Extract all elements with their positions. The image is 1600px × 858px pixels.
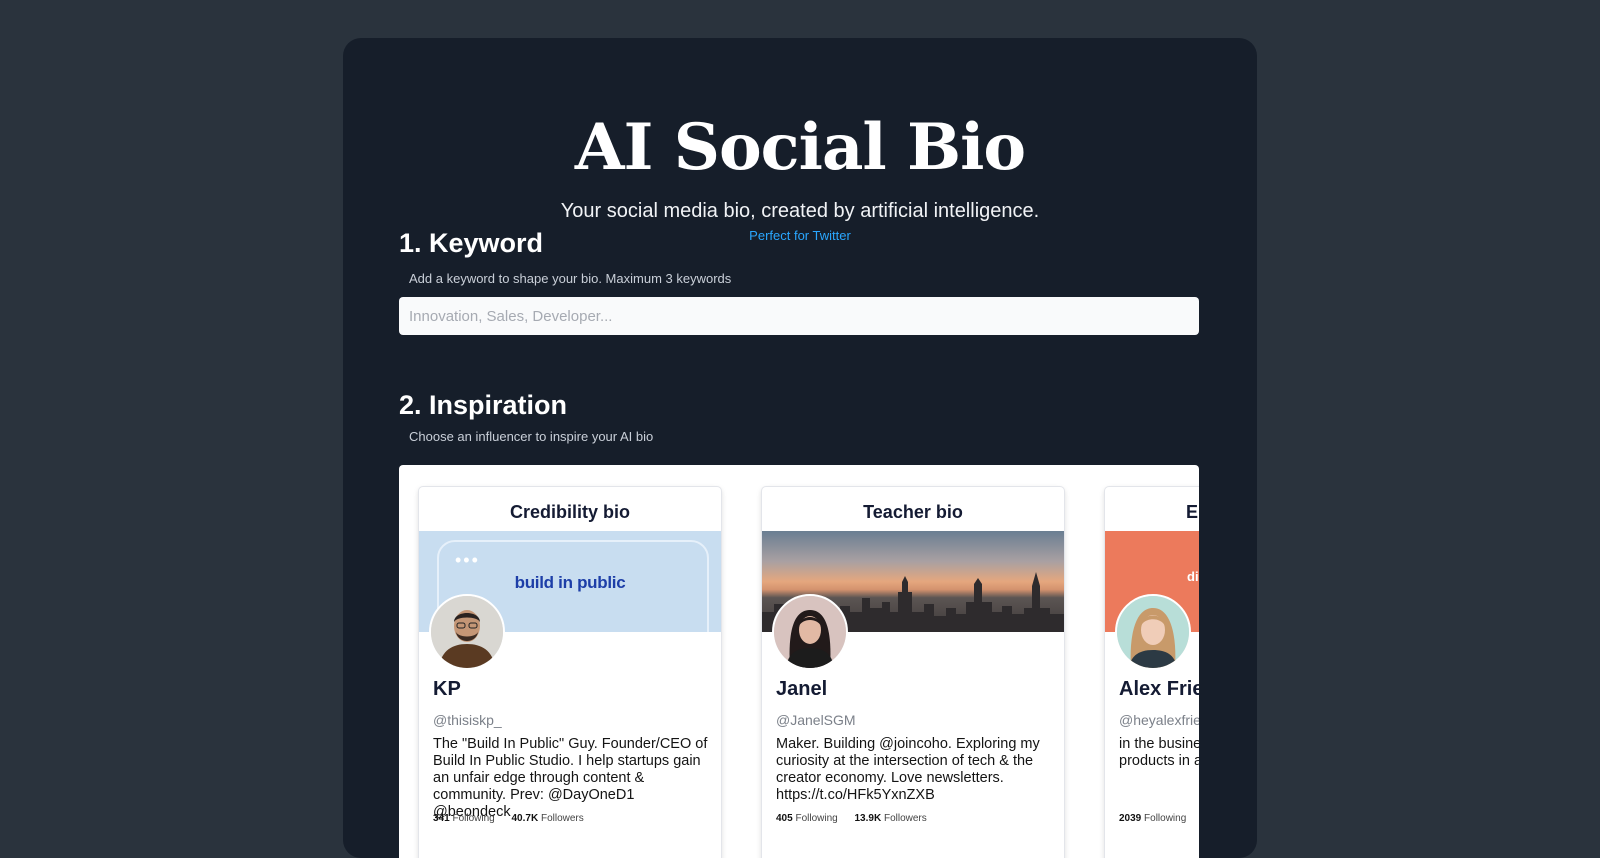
following-count: 2039 [1119,813,1142,824]
influencer-handle: @thisiskp_ [433,712,502,728]
banner-text: build in public [514,573,626,592]
following-stat: 341 Following [433,813,495,824]
following-label: Following [452,813,495,824]
following-label: Following [1144,813,1187,824]
followers-count: 13.9K [854,813,882,824]
app-subtitle: Your social media bio, created by artifi… [560,200,1040,222]
influencer-name: Alex Frie [1119,678,1199,700]
influencer-card-kp[interactable]: Credibility bio ••• build in public KP @ [419,487,721,858]
keyword-hint: Add a keyword to shape your bio. Maximum… [409,271,732,286]
influencer-card-janel[interactable]: Teacher bio Janel @JanelSGM Maker. Build… [762,487,1064,858]
keyword-input[interactable] [399,297,1199,335]
followers-stat: 13.9K Followers [855,813,927,824]
inspiration-hint: Choose an influencer to inspire your AI … [409,429,654,444]
followers-count: 40.7K [511,813,539,824]
followers-stat: 40.7K Followers [512,813,584,824]
influencer-handle: @heyalexfried [1119,712,1199,728]
following-stat: 405 Following [776,813,838,824]
following-stat: 2039 Following [1119,813,1186,824]
influencer-card-alex[interactable]: E discov Alex Frie @heyalexfried in the … [1105,487,1199,858]
avatar [772,594,848,670]
influencer-bio: The "Build In Public" Guy. Founder/CEO o… [433,736,708,820]
following-count: 405 [776,813,793,824]
banner-dots-icon: ••• [455,550,480,570]
influencer-stats: 405 Following 13.9K Followers [776,813,941,824]
avatar [429,594,505,670]
main-panel: AI Social Bio Your social media bio, cre… [343,38,1257,858]
followers-label: Followers [540,813,584,824]
keyword-section-title: 1. Keyword [399,228,544,258]
influencer-stats: 341 Following 40.7K Followers [433,813,598,824]
following-count: 341 [433,813,450,824]
influencer-handle: @JanelSGM [776,712,856,728]
followers-label: Followers [883,813,927,824]
influencer-carousel[interactable]: Credibility bio ••• build in public KP @ [399,465,1199,858]
influencer-bio: in the busine belonging • @Techstars pro… [1119,736,1199,769]
influencer-name: Janel [776,678,828,700]
card-heading: E [1186,502,1199,522]
card-heading: Teacher bio [863,502,963,522]
card-heading: Credibility bio [509,502,630,522]
influencer-name: KP [433,678,461,700]
influencer-bio: Maker. Building @joincoho. Exploring my … [776,736,1040,803]
influencer-stats: 2039 Following [1119,813,1199,824]
avatar [1115,594,1191,670]
app-title: AI Social Bio [574,110,1026,185]
banner-text: discov [1187,569,1199,584]
inspiration-section-title: 2. Inspiration [399,390,568,420]
following-label: Following [795,813,838,824]
